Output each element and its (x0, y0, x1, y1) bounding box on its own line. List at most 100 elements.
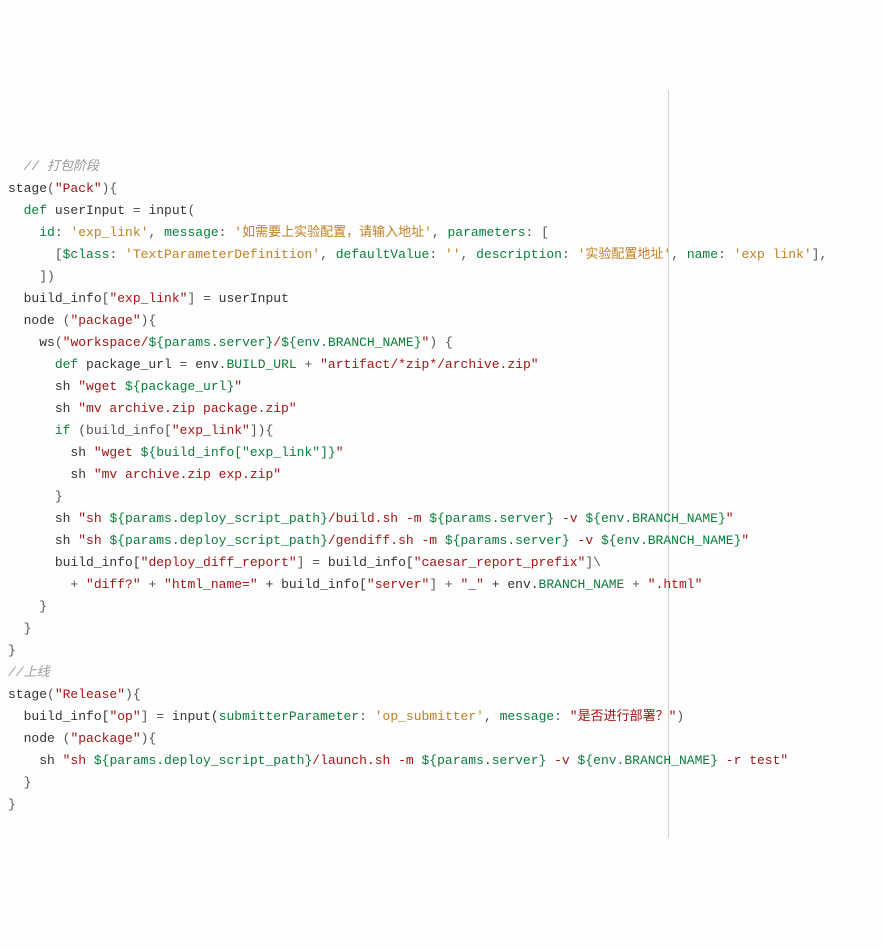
code-token: ( (63, 731, 71, 746)
code-token: + (624, 577, 647, 592)
code-token: "_" (461, 577, 484, 592)
code-token: = (156, 709, 164, 724)
code-token: "html_name=" (164, 577, 258, 592)
code-token: package_url (78, 357, 179, 372)
code-token: BUILD_URL (226, 357, 296, 372)
code-token: : (55, 225, 71, 240)
code-token: + (70, 577, 86, 592)
code-line: build_info["deploy_diff_report"] = build… (8, 552, 875, 574)
code-token: / (273, 335, 281, 350)
code-token: ], (812, 247, 828, 262)
code-token: ${params.deploy_script_path} (109, 533, 327, 548)
code-token: = (312, 555, 320, 570)
code-line: stage("Release"){ (8, 684, 875, 706)
code-token: , (671, 247, 687, 262)
code-token: , (432, 225, 448, 240)
code-token: ){ (141, 313, 157, 328)
code-token: "artifact/*zip*/archive.zip" (320, 357, 538, 372)
code-token: ${env.BRANCH_NAME} (578, 753, 718, 768)
code-token: ] (297, 555, 313, 570)
code-token: message (164, 225, 219, 240)
code-line: def package_url = env.BUILD_URL + "artif… (8, 354, 875, 376)
code-token: : (359, 709, 375, 724)
code-token: "package" (70, 313, 140, 328)
code-token: 'TextParameterDefinition' (125, 247, 320, 262)
code-token: input (141, 203, 188, 218)
code-token: sh (70, 467, 93, 482)
code-token: node (24, 731, 63, 746)
code-line: // 打包阶段 (8, 156, 875, 178)
code-token: ] + (429, 577, 460, 592)
code-token: parameters (448, 225, 526, 240)
code-token: " (234, 379, 242, 394)
code-token: [ (55, 247, 63, 262)
code-token: submitterParameter (219, 709, 359, 724)
code-token: "server" (367, 577, 429, 592)
code-token: input( (164, 709, 219, 724)
code-token: BRANCH_NAME (539, 577, 625, 592)
code-token: ${params.server} (422, 753, 547, 768)
code-token: '实验配置地址' (578, 247, 672, 262)
code-line: [$class: 'TextParameterDefinition', defa… (8, 244, 875, 266)
code-line: sh "wget ${build_info["exp_link"]}" (8, 442, 875, 464)
code-token: build_info (24, 291, 102, 306)
code-token: , (461, 247, 477, 262)
code-token: ${build_info["exp_link"]} (141, 445, 336, 460)
code-token: : (219, 225, 235, 240)
code-line: ]) (8, 266, 875, 288)
code-token: ( (187, 203, 195, 218)
code-line: } (8, 640, 875, 662)
code-token: ${params.deploy_script_path} (94, 753, 312, 768)
code-token: : (718, 247, 734, 262)
code-token: if (55, 423, 71, 438)
code-token: 'op_submitter' (375, 709, 484, 724)
code-line: //上线 (8, 662, 875, 684)
code-token: : (562, 247, 578, 262)
code-token: } (24, 621, 32, 636)
code-block: // 打包阶段stage("Pack"){ def userInput = in… (8, 90, 875, 838)
code-token: ${package_url} (125, 379, 234, 394)
code-token: -v (546, 753, 577, 768)
code-token: "exp_link" (109, 291, 187, 306)
code-token: ws (39, 335, 55, 350)
code-token: node (24, 313, 63, 328)
code-token: /build.sh -m (328, 511, 429, 526)
code-token: ] (187, 291, 203, 306)
code-token: } (8, 643, 16, 658)
code-token: env (187, 357, 218, 372)
code-line: node ("package"){ (8, 310, 875, 332)
code-line: node ("package"){ (8, 728, 875, 750)
code-token: ]\ (585, 555, 601, 570)
code-line: build_info["op"] = input(submitterParame… (8, 706, 875, 728)
code-token: } (39, 599, 47, 614)
code-token: ){ (102, 181, 118, 196)
code-line: } (8, 596, 875, 618)
code-line: sh "mv archive.zip package.zip" (8, 398, 875, 420)
code-line: stage("Pack"){ (8, 178, 875, 200)
code-line: def userInput = input( (8, 200, 875, 222)
code-token: ){ (141, 731, 157, 746)
code-token: ]) (39, 269, 55, 284)
code-token: ${params.server} (429, 511, 554, 526)
code-token: ${params.server} (445, 533, 570, 548)
code-token: "package" (70, 731, 140, 746)
code-token: sh (55, 401, 78, 416)
code-line: id: 'exp_link', message: '如需要上实验配置，请输入地址… (8, 222, 875, 244)
code-line: } (8, 618, 875, 640)
code-token: ]){ (250, 423, 273, 438)
code-token: sh (39, 753, 62, 768)
code-token: } (24, 775, 32, 790)
code-token: ${env.BRANCH_NAME} (585, 511, 725, 526)
code-token: build_info[ (55, 555, 141, 570)
code-line: sh "mv archive.zip exp.zip" (8, 464, 875, 486)
code-line: } (8, 772, 875, 794)
code-token: , (148, 225, 164, 240)
code-token: userInput (47, 203, 133, 218)
code-token: stage (8, 181, 47, 196)
code-token: "workspace/ (63, 335, 149, 350)
code-token: " (726, 511, 734, 526)
code-token: -v (554, 511, 585, 526)
code-token: "wget (94, 445, 141, 460)
code-token: ){ (125, 687, 141, 702)
code-token: ".html" (648, 577, 703, 592)
